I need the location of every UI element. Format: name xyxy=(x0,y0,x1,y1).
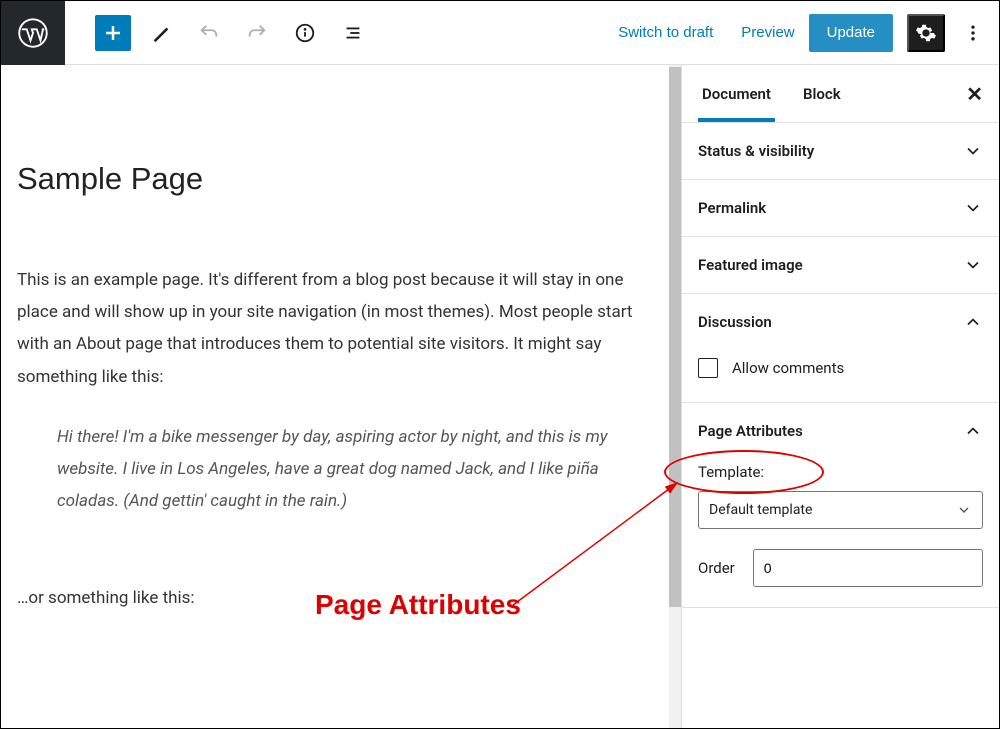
allow-comments-label: Allow comments xyxy=(732,359,844,377)
tab-block[interactable]: Block xyxy=(799,65,845,122)
panel-permalink: Permalink xyxy=(682,180,999,237)
template-value: Default template xyxy=(709,502,812,518)
more-options-button[interactable] xyxy=(955,15,991,51)
panel-page-attributes: Page Attributes Template: Default templa… xyxy=(682,403,999,608)
panel-discussion: Discussion Allow comments xyxy=(682,294,999,403)
paragraph-block[interactable]: This is an example page. It's different … xyxy=(17,264,653,393)
panel-toggle-permalink[interactable]: Permalink xyxy=(682,180,999,236)
undo-button[interactable] xyxy=(191,15,227,51)
order-input[interactable] xyxy=(753,549,983,587)
order-label: Order xyxy=(698,559,735,577)
outline-button[interactable] xyxy=(335,15,371,51)
chevron-up-icon xyxy=(963,421,983,441)
paragraph-block[interactable]: …or something like this: xyxy=(17,582,653,614)
editor-top-bar: Switch to draft Preview Update xyxy=(1,1,999,65)
quote-block[interactable]: Hi there! I'm a bike messenger by day, a… xyxy=(17,417,653,522)
chevron-up-icon xyxy=(963,312,983,332)
allow-comments-row: Allow comments xyxy=(682,350,999,402)
chevron-down-icon xyxy=(963,198,983,218)
info-button[interactable] xyxy=(287,15,323,51)
panel-title: Discussion xyxy=(698,313,772,331)
sidebar-tabs: Document Block ✕ xyxy=(682,65,999,123)
page-title[interactable]: Sample Page xyxy=(17,153,653,206)
panel-toggle-status[interactable]: Status & visibility xyxy=(682,123,999,179)
settings-sidebar: Document Block ✕ Status & visibility Per… xyxy=(681,65,999,728)
edit-mode-button[interactable] xyxy=(143,15,179,51)
allow-comments-checkbox[interactable] xyxy=(698,358,718,378)
panel-toggle-page-attributes[interactable]: Page Attributes xyxy=(682,403,999,459)
panel-title: Page Attributes xyxy=(698,422,803,440)
order-row: Order xyxy=(698,549,983,587)
chevron-down-icon xyxy=(963,141,983,161)
update-button[interactable]: Update xyxy=(809,14,893,52)
panel-featured-image: Featured image xyxy=(682,237,999,294)
panel-status-visibility: Status & visibility xyxy=(682,123,999,180)
chevron-down-icon xyxy=(963,255,983,275)
content-editor[interactable]: Sample Page This is an example page. It'… xyxy=(1,65,669,728)
panel-toggle-featured[interactable]: Featured image xyxy=(682,237,999,293)
tab-document[interactable]: Document xyxy=(698,65,775,122)
scrollbar[interactable] xyxy=(669,65,681,728)
add-block-button[interactable] xyxy=(95,15,131,51)
panel-title: Permalink xyxy=(698,199,766,217)
chevron-down-icon xyxy=(956,502,972,518)
scrollbar-thumb[interactable] xyxy=(669,67,681,607)
template-select[interactable]: Default template xyxy=(698,491,983,529)
settings-button[interactable] xyxy=(907,14,945,52)
editor-body: Sample Page This is an example page. It'… xyxy=(1,65,999,728)
panel-toggle-discussion[interactable]: Discussion xyxy=(682,294,999,350)
redo-button[interactable] xyxy=(239,15,275,51)
panel-title: Status & visibility xyxy=(698,142,814,160)
preview-button[interactable]: Preview xyxy=(727,15,808,51)
panel-title: Featured image xyxy=(698,256,803,274)
close-sidebar-button[interactable]: ✕ xyxy=(966,82,983,106)
wordpress-logo[interactable] xyxy=(1,1,65,65)
page-attributes-body: Template: Default template Order xyxy=(682,459,999,607)
switch-to-draft-button[interactable]: Switch to draft xyxy=(604,15,727,51)
template-label: Template: xyxy=(698,463,983,481)
